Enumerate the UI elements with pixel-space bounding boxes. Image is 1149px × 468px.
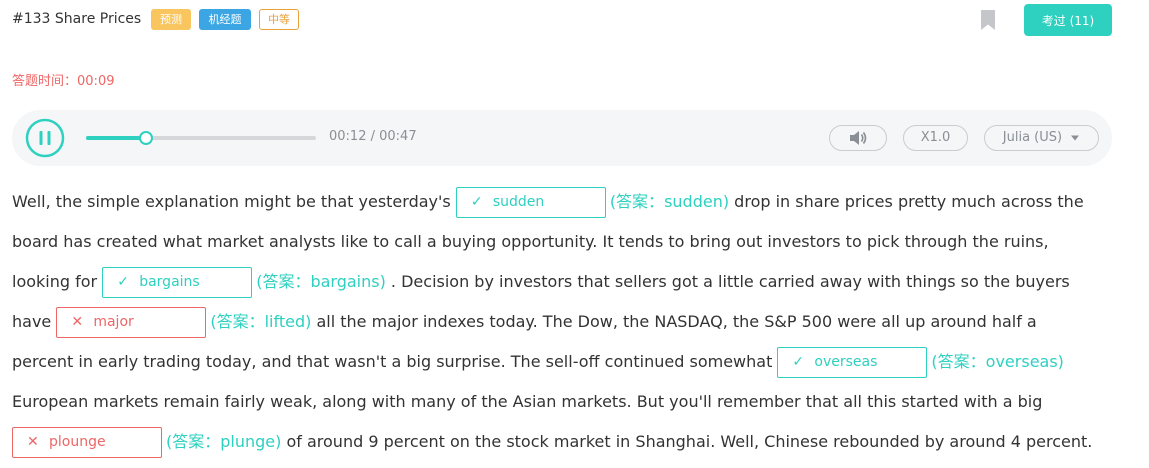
answer-blank-3[interactable]: ✕ major	[56, 307, 207, 338]
passage-segment: European markets remain fairly weak, alo…	[12, 392, 1043, 411]
voice-label: Julia (US)	[1002, 130, 1063, 145]
passage-text: Well, the simple explanation might be th…	[12, 182, 1102, 462]
check-icon: ✓	[117, 274, 129, 290]
pause-button[interactable]	[25, 118, 65, 158]
blank-input: sudden	[492, 194, 545, 210]
answer-blank-5[interactable]: ✕ plounge	[12, 427, 162, 458]
volume-icon	[850, 130, 867, 145]
caret-down-icon	[1071, 135, 1080, 140]
answer-blank-4[interactable]: ✓ overseas	[777, 347, 928, 378]
blank-input: bargains	[139, 274, 200, 290]
cross-icon: ✕	[27, 434, 39, 450]
cross-icon: ✕	[71, 314, 84, 330]
bookmark-icon[interactable]	[980, 9, 996, 31]
speed-button[interactable]: X1.0	[903, 125, 968, 151]
audio-player: 00:12 / 00:47 X1.0 Julia (US)	[12, 110, 1112, 166]
blank-input: major	[93, 314, 134, 330]
correct-answer-2: (答案：bargains)	[256, 272, 386, 291]
answer-blank-2[interactable]: ✓ bargains	[102, 267, 253, 298]
voice-select[interactable]: Julia (US)	[984, 125, 1099, 151]
passage-segment: Well, the simple explanation might be th…	[12, 192, 456, 211]
tag-difficulty: 中等	[259, 9, 299, 30]
correct-answer-3: (答案：lifted)	[210, 312, 312, 331]
correct-answer-1: (答案：sudden)	[609, 192, 730, 211]
answer-blank-1[interactable]: ✓ sudden	[455, 187, 606, 218]
page-title: #133 Share Prices	[12, 11, 142, 27]
answer-timer: 答题时间：00:09	[12, 70, 114, 89]
tag-exam-question: 机经题	[199, 9, 251, 30]
progress-track[interactable]	[86, 131, 316, 145]
volume-button[interactable]	[829, 125, 887, 151]
progress-handle[interactable]	[138, 131, 153, 145]
check-icon: ✓	[792, 354, 805, 370]
blank-input: plounge	[49, 434, 106, 450]
time-readout: 00:12 / 00:47	[329, 129, 417, 144]
pause-icon	[25, 118, 65, 158]
tag-prediction: 预测	[151, 9, 191, 30]
check-icon: ✓	[470, 194, 483, 210]
blank-input: overseas	[814, 354, 878, 370]
timer-label: 答题时间：	[12, 74, 78, 89]
exam-count-button[interactable]: 考过 (11)	[1024, 4, 1112, 36]
progress-fill	[86, 136, 145, 140]
passage-segment: of around 9 percent on the stock market …	[281, 432, 1093, 451]
correct-answer-5: (答案：plunge)	[166, 432, 282, 451]
total-time: 00:47	[379, 129, 417, 144]
timer-value: 00:09	[77, 74, 115, 89]
current-time: 00:12	[329, 129, 367, 144]
correct-answer-4: (答案：overseas)	[931, 352, 1064, 371]
